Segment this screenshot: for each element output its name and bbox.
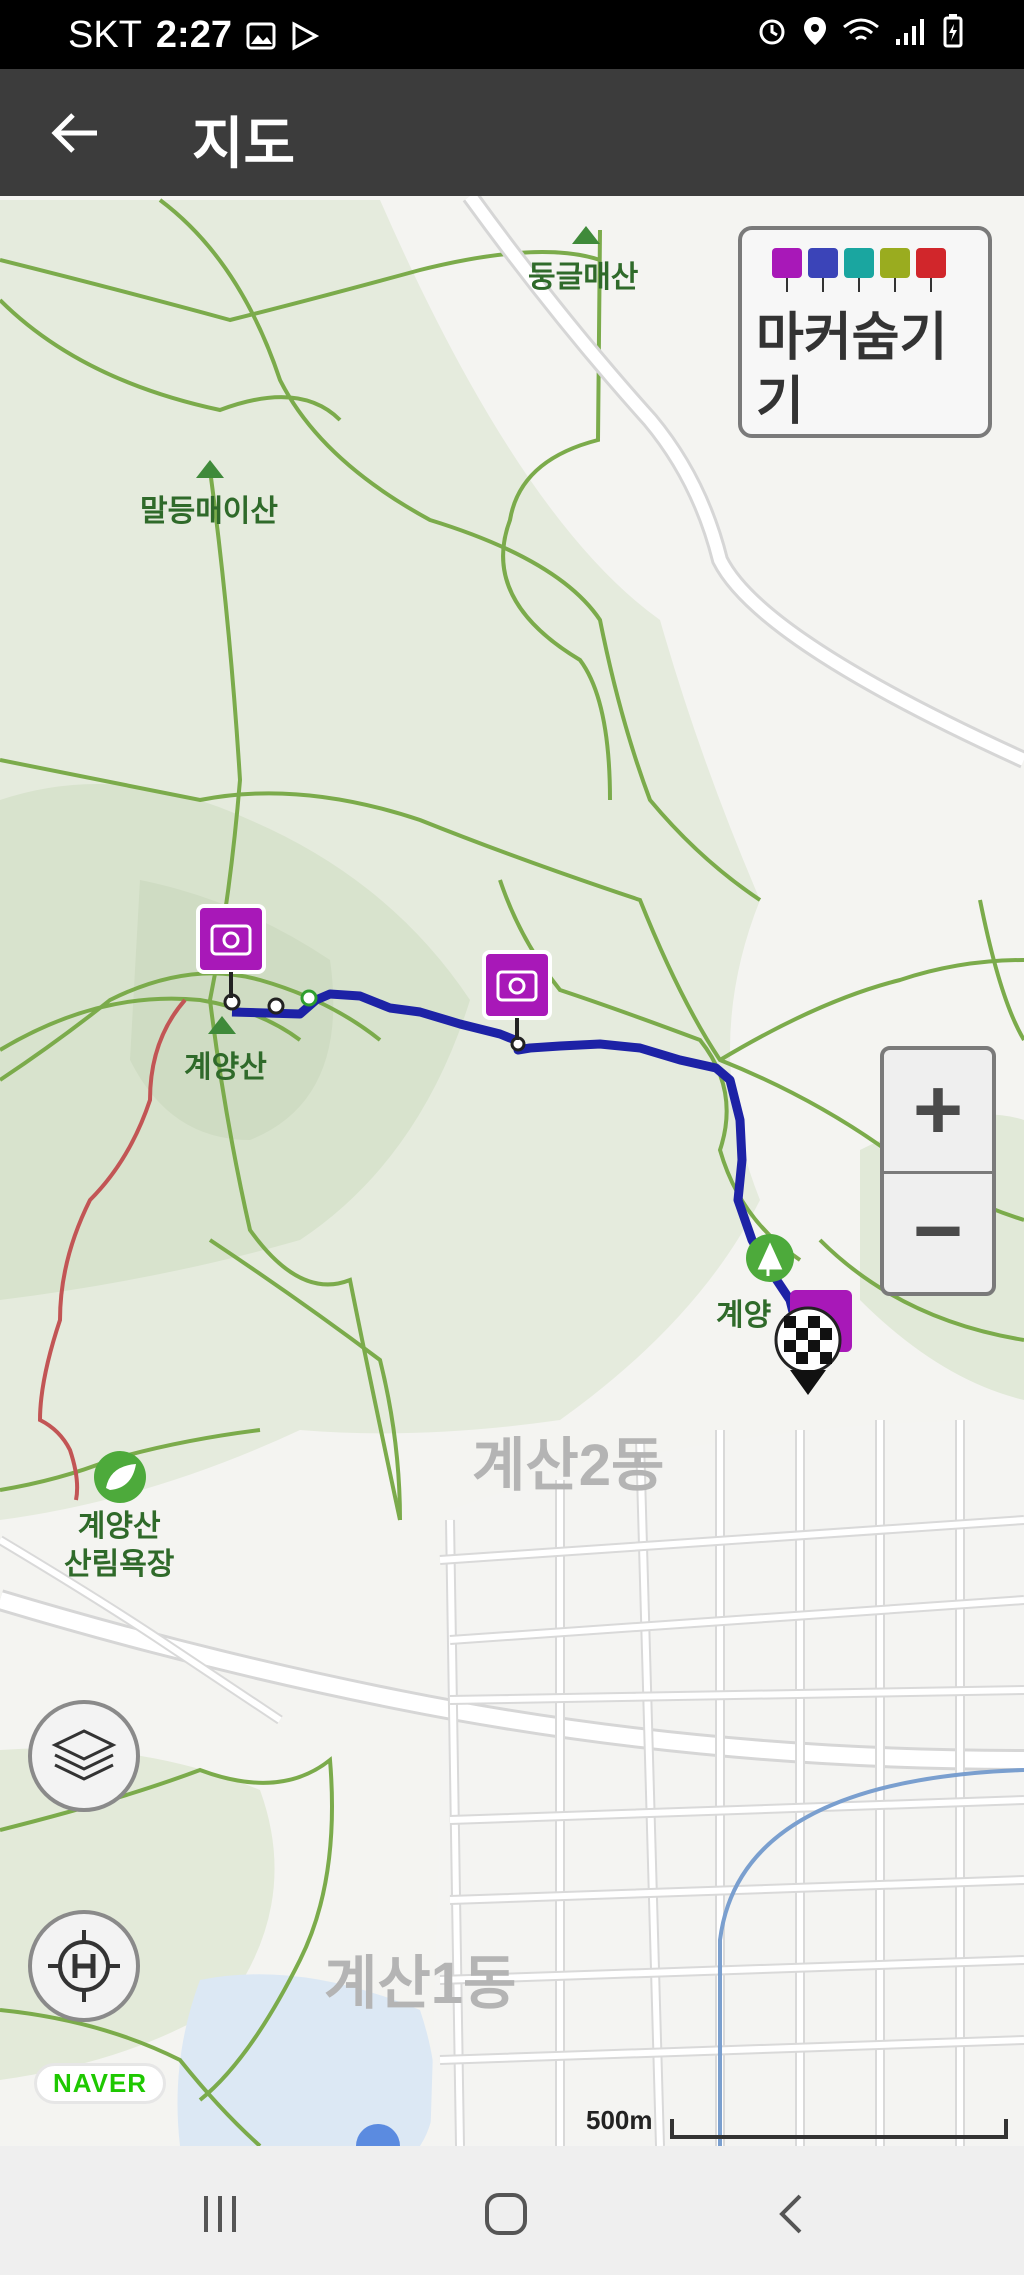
home-button[interactable] [466, 2174, 546, 2254]
district-label: 계산2동 [472, 1433, 665, 1498]
page-title: 지도 [192, 112, 296, 175]
battery-icon [943, 14, 963, 48]
system-nav-bar [0, 2146, 1024, 2275]
map-view[interactable]: 둥글매산 말등매이산 계양산 계양 계양산 산림욕장 계산2동 계산1동 500… [0, 196, 1024, 2146]
alert-pin-icon [916, 248, 946, 292]
layers-icon [51, 1729, 117, 1781]
peak-label: 말등매이산 [140, 495, 278, 528]
layers-button[interactable] [28, 1700, 140, 1812]
signal-icon [896, 19, 924, 45]
marker-type-icons [772, 248, 946, 292]
hide-markers-button[interactable]: 마커숨기기 [738, 226, 992, 438]
alarm-icon [759, 19, 785, 45]
scale-label: 500m [586, 2105, 653, 2135]
trail-end-label: 계양 [716, 1299, 772, 1332]
zoom-out-button[interactable]: − [884, 1171, 992, 1292]
crosshair-h-icon [48, 1930, 120, 2002]
back-button[interactable] [40, 97, 112, 169]
video-pin-icon [808, 248, 838, 292]
memo-pin-icon [880, 248, 910, 292]
clock: 2:27 [155, 14, 232, 56]
photo-pin-icon [772, 248, 802, 292]
arrow-left-icon [51, 113, 97, 153]
chevron-left-icon [779, 2194, 802, 2234]
scale-bar [670, 2119, 1008, 2139]
image-icon [246, 22, 276, 49]
recent-apps-icon [204, 2196, 236, 2232]
status-bar: SKT 2:27 [0, 0, 1024, 69]
forest-label: 계양산 산림욕장 [64, 1510, 175, 1581]
voice-pin-icon [844, 248, 874, 292]
wifi-icon [843, 18, 879, 41]
system-back-button[interactable] [752, 2174, 832, 2254]
play-store-icon [292, 20, 320, 51]
naver-logo: NAVER [34, 2063, 167, 2104]
home-icon [485, 2193, 527, 2235]
my-location-button[interactable] [28, 1910, 140, 2022]
peak-label: 둥글매산 [528, 261, 639, 294]
peak-label: 계양산 [184, 1051, 267, 1084]
zoom-in-button[interactable]: + [884, 1050, 992, 1174]
location-icon [804, 17, 826, 45]
district-label: 계산1동 [324, 1951, 517, 2016]
app-bar: 지도 [0, 69, 1024, 196]
hide-markers-label: 마커숨기기 [756, 309, 948, 431]
recent-apps-button[interactable] [180, 2174, 260, 2254]
zoom-control: + − [880, 1046, 996, 1296]
carrier-label: SKT [68, 14, 142, 56]
